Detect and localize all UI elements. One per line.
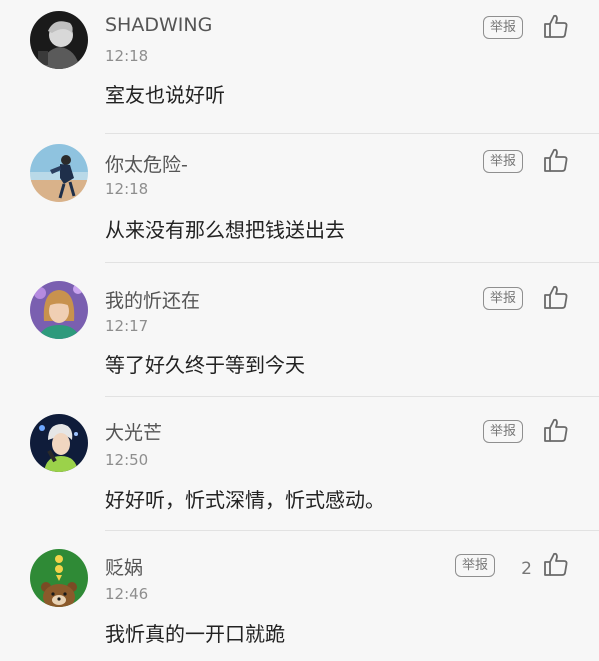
report-button[interactable]: 举报 <box>483 150 523 173</box>
username[interactable]: 大光芒 <box>105 418 162 445</box>
comment-item: 我的忻还在 12:17 等了好久终于等到今天 举报 <box>0 263 599 397</box>
thumbs-up-icon[interactable] <box>543 13 569 39</box>
comment-time: 12:46 <box>105 585 149 603</box>
beach-figure-avatar[interactable] <box>30 144 88 202</box>
report-button[interactable]: 举报 <box>483 287 523 310</box>
comment-item: 你太危险- 12:18 从来没有那么想把钱送出去 举报 <box>0 129 599 263</box>
comment-text: 好好听，忻式深情，忻式感动。 <box>105 488 385 512</box>
comment-time: 12:50 <box>105 451 149 469</box>
username[interactable]: 你太危险- <box>105 150 188 177</box>
username[interactable]: 贬娲 <box>105 553 143 580</box>
comment-text: 从来没有那么想把钱送出去 <box>105 218 345 242</box>
thumbs-up-icon[interactable] <box>543 551 569 577</box>
username[interactable]: 我的忻还在 <box>105 286 200 313</box>
comment-text: 室友也说好听 <box>105 83 225 107</box>
comment-item: 大光芒 12:50 好好听，忻式深情，忻式感动。 举报 <box>0 397 599 531</box>
report-button[interactable]: 举报 <box>483 420 523 443</box>
portrait-dark-avatar[interactable] <box>30 11 88 69</box>
comment-item: SHADWING 12:18 室友也说好听 举报 <box>0 0 599 134</box>
comment-time: 12:18 <box>105 180 149 198</box>
comment-list: SHADWING 12:18 室友也说好听 举报 你太危险- 12:18 从来没… <box>0 0 599 661</box>
comment-text: 等了好久终于等到今天 <box>105 353 305 377</box>
singer-mic-avatar[interactable] <box>30 414 88 472</box>
like-count: 2 <box>521 559 532 579</box>
girl-bangs-avatar[interactable] <box>30 281 88 339</box>
comment-text: 我忻真的一开口就跪 <box>105 622 285 646</box>
thumbs-up-icon[interactable] <box>543 417 569 443</box>
comment-time: 12:17 <box>105 317 149 335</box>
comment-item: 贬娲 12:46 我忻真的一开口就跪 举报 2 <box>0 531 599 661</box>
report-button[interactable]: 举报 <box>483 16 523 39</box>
report-button[interactable]: 举报 <box>455 554 495 577</box>
comment-time: 12:18 <box>105 47 149 65</box>
bear-cartoon-avatar[interactable] <box>30 549 88 607</box>
username[interactable]: SHADWING <box>105 14 212 36</box>
thumbs-up-icon[interactable] <box>543 284 569 310</box>
thumbs-up-icon[interactable] <box>543 147 569 173</box>
